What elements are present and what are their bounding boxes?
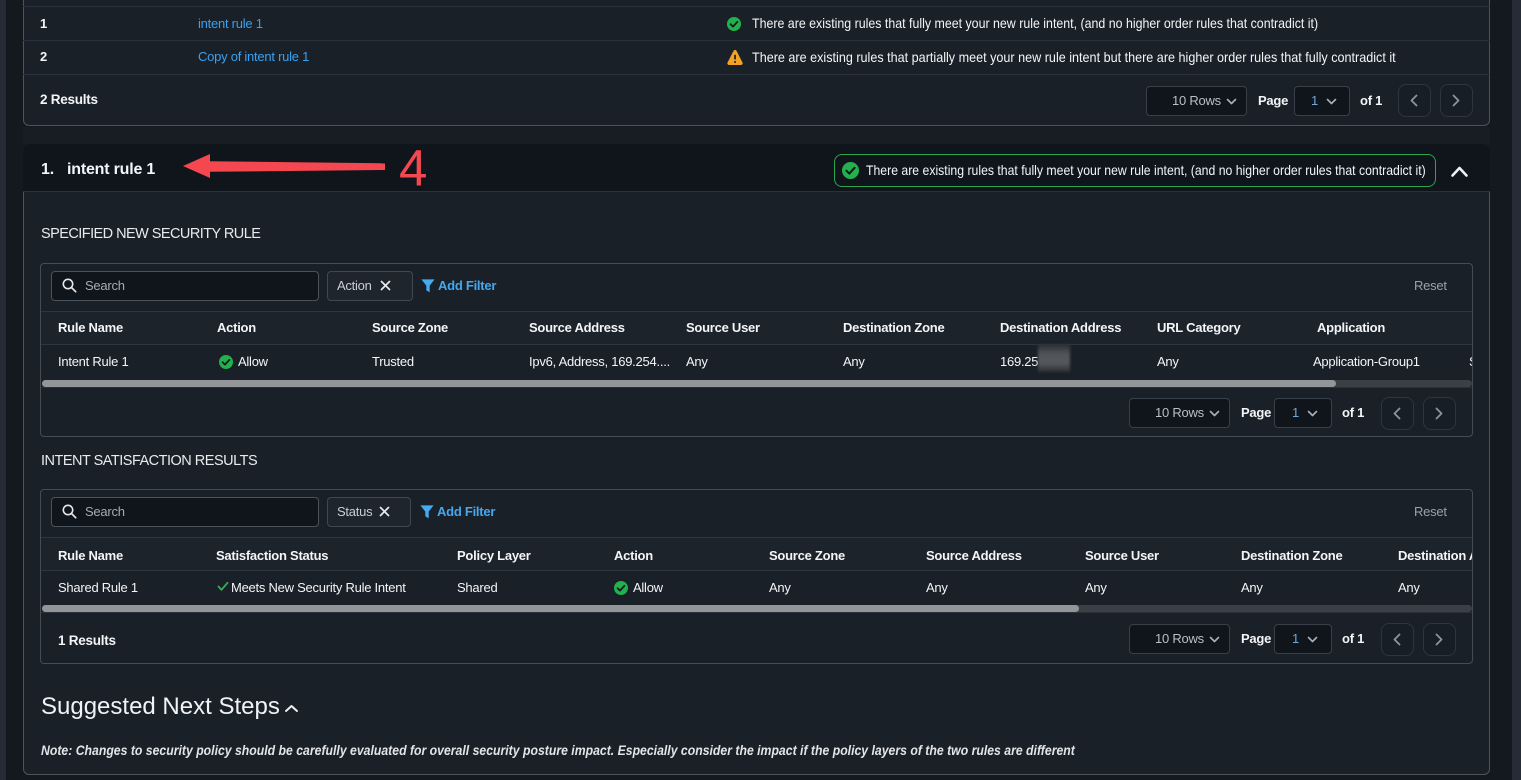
svg-text:4: 4 [399, 148, 427, 193]
